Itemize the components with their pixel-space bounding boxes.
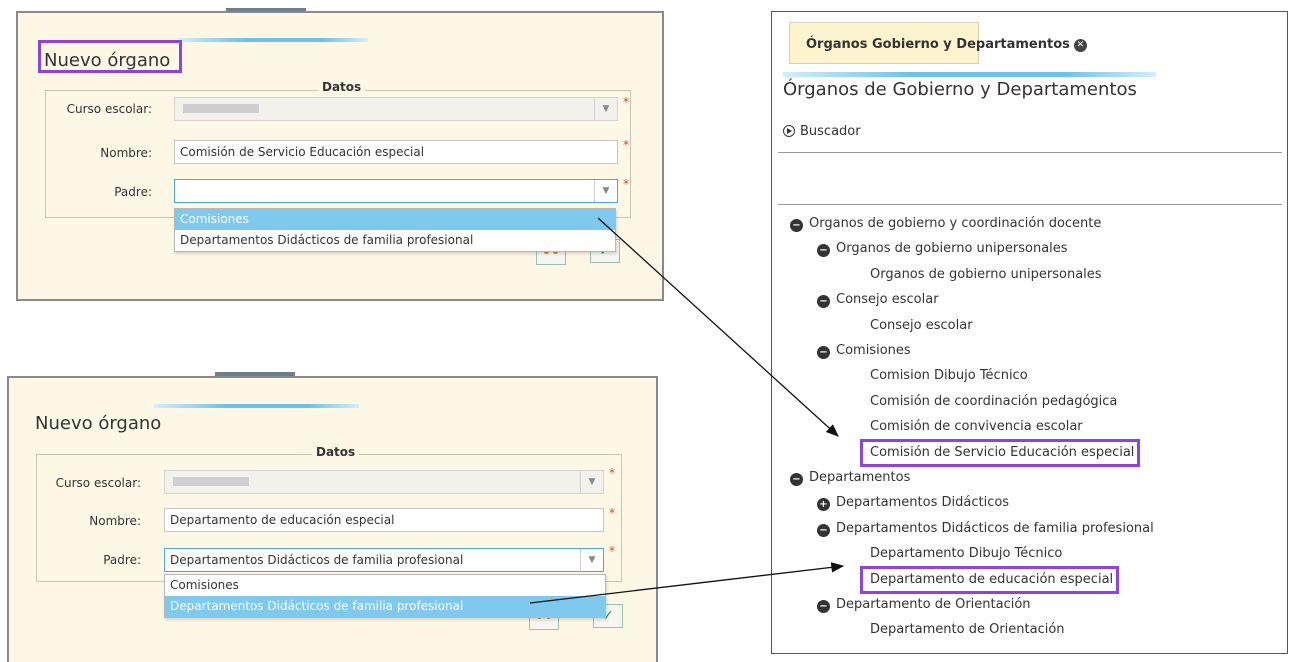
arrow-bottom xyxy=(529,562,845,604)
annotation-arrows xyxy=(529,217,845,604)
arrow-top xyxy=(597,217,839,437)
